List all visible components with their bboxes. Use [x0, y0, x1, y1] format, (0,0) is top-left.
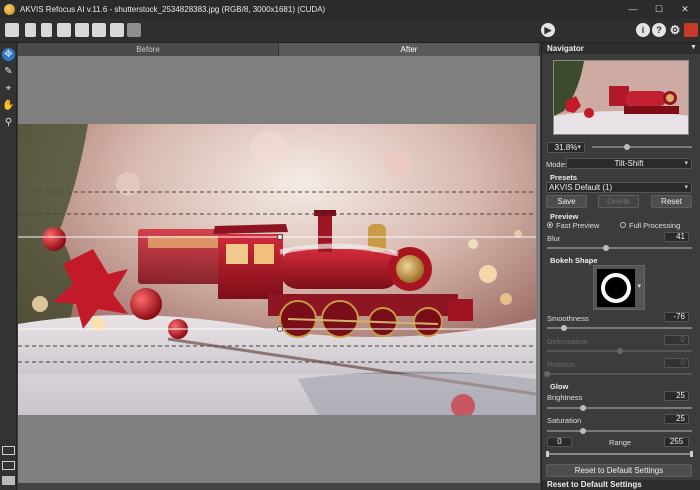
settings-panel: Navigator ▼ 31.8% ▾ Mode: Tilt-Shift ▾ Pre… — [541, 43, 700, 490]
preset-value: AKVIS Default (1) — [549, 183, 613, 192]
rotation-slider-knob[interactable] — [544, 371, 550, 377]
batch-icon[interactable] — [92, 23, 106, 37]
maximize-icon[interactable]: ☐ — [646, 0, 672, 18]
open-file-icon[interactable] — [25, 23, 36, 37]
blur-slider-knob[interactable] — [603, 245, 610, 251]
print-icon[interactable] — [57, 23, 71, 37]
chevron-down-icon: ▾ — [684, 160, 688, 167]
range-min-handle[interactable] — [546, 451, 549, 457]
navigator-thumbnail[interactable] — [553, 60, 689, 135]
panel-collapse-icon[interactable]: ▼ — [690, 44, 697, 51]
glow-title: Glow — [550, 382, 569, 391]
reset-preset-button[interactable]: Reset — [651, 195, 692, 208]
navigator-image — [554, 61, 688, 134]
range-max-handle[interactable] — [690, 451, 693, 457]
run-icon[interactable]: ▶ — [541, 23, 555, 37]
redo-icon[interactable] — [127, 23, 141, 37]
blur-label: Blur — [547, 234, 561, 243]
hand-tool-icon[interactable]: ✋ — [2, 99, 15, 112]
view-tabs: Before After — [18, 43, 540, 56]
rotation-value-field[interactable]: 0 — [664, 358, 689, 368]
saturation-value-field[interactable]: 25 — [664, 414, 689, 424]
range-min-field[interactable]: 0 — [547, 437, 572, 447]
rotation-slider-track[interactable] — [547, 373, 692, 375]
range-label: Range — [609, 438, 632, 447]
tab-after[interactable]: After — [279, 43, 540, 56]
zoom-slider-knob[interactable] — [624, 144, 630, 150]
info-icon[interactable]: i — [636, 23, 650, 37]
full-processing-radio[interactable] — [620, 222, 626, 228]
save-preset-button[interactable]: Save — [546, 195, 587, 208]
smoothness-value-field[interactable]: -76 — [664, 312, 689, 322]
saturation-label: Saturation — [547, 416, 582, 425]
image-canvas[interactable]: Before After — [18, 43, 540, 490]
chevron-down-icon: ▾ — [684, 184, 688, 191]
close-icon[interactable]: ✕ — [672, 0, 698, 18]
deformation-label: Deformation — [547, 337, 588, 346]
smoothness-slider-knob[interactable] — [561, 325, 568, 331]
chevron-down-icon: ▾ — [637, 283, 641, 290]
window-title: AKVIS Refocus AI v.11.6 - shutterstock_2… — [20, 4, 326, 14]
share-icon[interactable] — [75, 23, 89, 37]
reset-defaults-footer[interactable]: Reset to Default Settings — [542, 480, 700, 490]
fast-preview-label: Fast Preview — [556, 221, 600, 230]
home-icon[interactable] — [5, 23, 19, 37]
fast-preview-radio[interactable] — [547, 222, 553, 228]
range-max-field[interactable]: 255 — [664, 437, 689, 447]
main-toolbar: ▶ i ? ⚙ — [0, 18, 700, 43]
refocus-tool-icon[interactable]: ✥ — [2, 48, 15, 61]
brightness-slider-track[interactable] — [547, 407, 692, 409]
zoom-slider-track[interactable] — [592, 146, 692, 148]
bokeh-shape-preview — [597, 269, 635, 307]
single-view-icon[interactable] — [2, 446, 15, 455]
tools-panel: ✥ ✎ ⌖ ✋ ⚲ — [0, 43, 17, 490]
save-file-icon[interactable] — [41, 23, 52, 37]
mode-value: Tilt-Shift — [614, 159, 644, 168]
saturation-slider-track[interactable] — [547, 430, 692, 432]
zoom-tool-icon[interactable]: ⚲ — [2, 116, 15, 129]
saturation-slider-knob[interactable] — [580, 428, 587, 434]
title-bar: AKVIS Refocus AI v.11.6 - shutterstock_2… — [0, 0, 700, 18]
chevron-down-icon: ▾ — [577, 144, 581, 151]
deformation-value-field[interactable]: 0 — [664, 335, 689, 345]
akvis-app-icon — [4, 3, 15, 15]
mode-select[interactable]: Tilt-Shift ▾ — [566, 158, 692, 169]
train-photo — [18, 124, 536, 415]
preset-select[interactable]: AKVIS Default (1) ▾ — [546, 182, 692, 193]
preview-title: Preview — [550, 212, 579, 221]
photo-preview[interactable] — [18, 124, 536, 415]
smoothness-slider-track[interactable] — [547, 327, 692, 329]
crop-tool-icon[interactable]: ⌖ — [2, 82, 15, 95]
zoom-field[interactable]: 31.8% ▾ — [547, 142, 585, 153]
range-slider-track[interactable] — [547, 453, 692, 455]
settings-icon[interactable]: ⚙ — [668, 23, 682, 37]
undo-icon[interactable] — [110, 23, 124, 37]
mode-label: Mode: — [546, 160, 567, 169]
smoothness-label: Smoothness — [547, 314, 589, 323]
tab-before[interactable]: Before — [18, 43, 279, 56]
brightness-label: Brightness — [547, 393, 583, 402]
navigator-header: Navigator — [542, 43, 700, 54]
blur-slider-track[interactable] — [547, 247, 692, 249]
blur-value-field[interactable]: 41 — [664, 232, 689, 242]
full-processing-label: Full Processing — [629, 221, 681, 230]
bokeh-shape-picker[interactable]: ▾ — [593, 265, 645, 310]
brush-tool-icon[interactable]: ✎ — [2, 65, 15, 78]
brightness-value-field[interactable]: 25 — [664, 391, 689, 401]
zoom-value: 31.8% — [554, 143, 578, 152]
minimize-icon[interactable]: — — [620, 0, 646, 18]
rotation-label: Rotation — [547, 360, 575, 369]
akvis-book-icon[interactable] — [684, 23, 698, 37]
deformation-slider-knob[interactable] — [616, 348, 623, 354]
presets-title: Presets — [550, 173, 578, 182]
split-view-icon[interactable] — [2, 461, 15, 470]
delete-preset-button[interactable]: Delete — [598, 195, 639, 208]
brightness-slider-knob[interactable] — [580, 405, 587, 411]
compare-view-icon[interactable] — [2, 476, 15, 485]
circle-shape-icon — [601, 273, 631, 303]
canvas-scrollbar[interactable] — [18, 483, 540, 490]
reset-to-default-button[interactable]: Reset to Default Settings — [546, 464, 692, 477]
bokeh-shape-title: Bokeh Shape — [550, 256, 598, 265]
help-icon[interactable]: ? — [652, 23, 666, 37]
